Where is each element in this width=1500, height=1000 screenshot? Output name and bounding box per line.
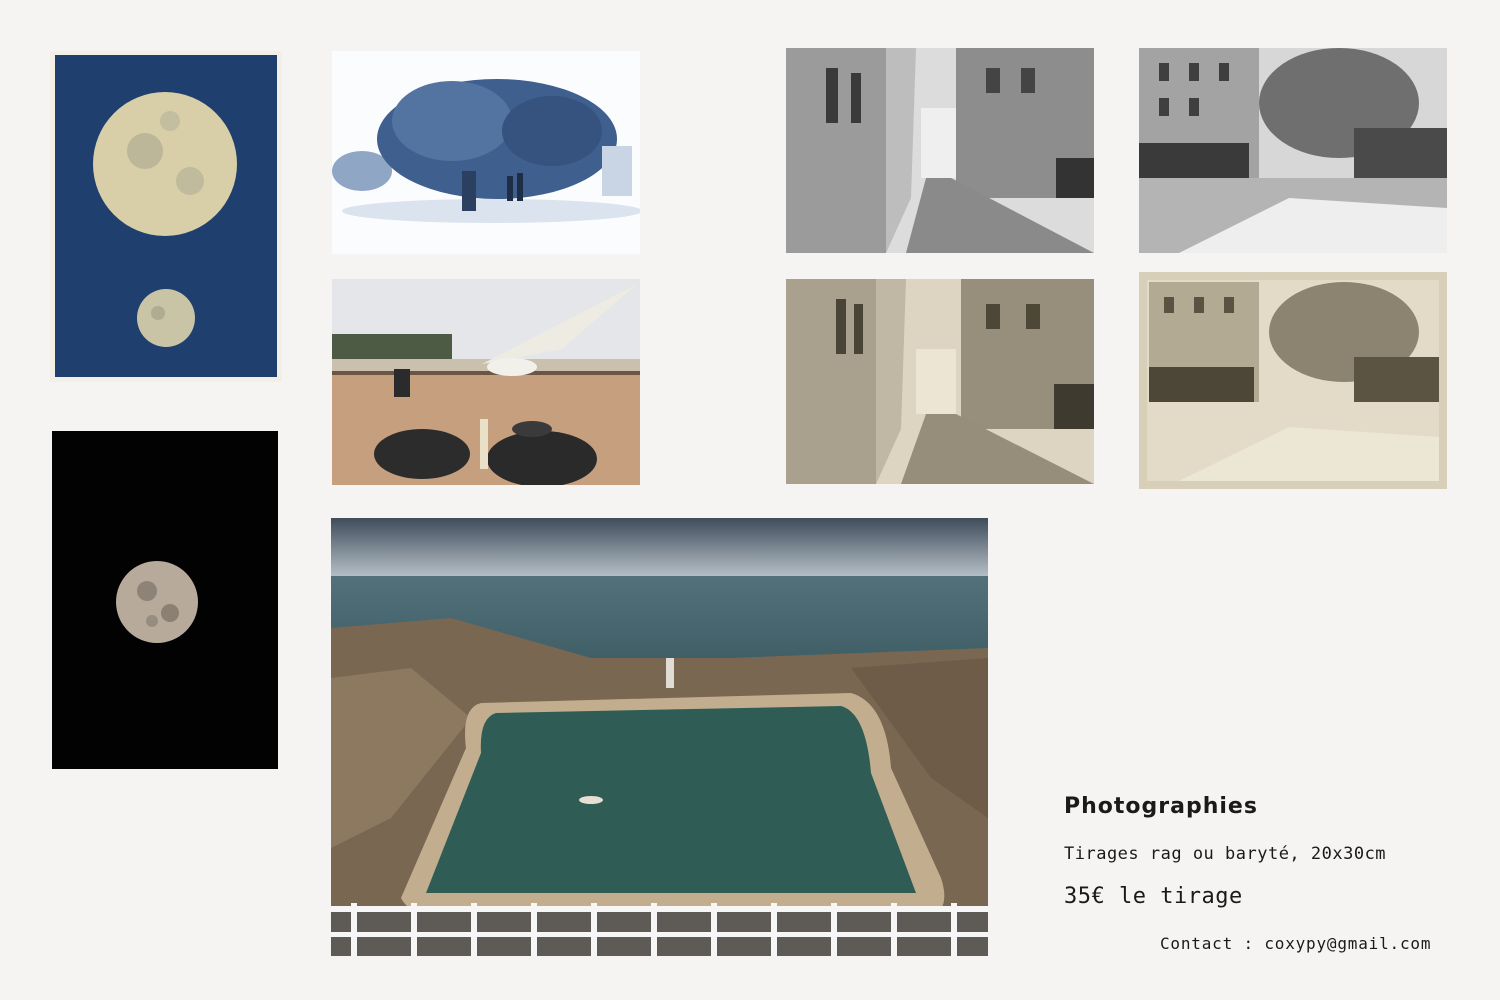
- photo-square-sepia: [1139, 272, 1447, 489]
- photo-street-bw: [786, 48, 1094, 253]
- contact-email[interactable]: Contact : coxypy@gmail.com: [1160, 934, 1431, 953]
- photo-sea-pool: [331, 518, 988, 956]
- photo-square-bw: [1139, 48, 1447, 253]
- photo-black-moon: [52, 431, 278, 769]
- photo-seagull-beach: [332, 279, 640, 485]
- page-title: Photographies: [1064, 794, 1258, 819]
- photo-blue-tree: [332, 51, 640, 254]
- price-label: 35€ le tirage: [1064, 884, 1243, 909]
- photo-cyanotype-moons: [50, 51, 282, 382]
- photo-street-sepia: [786, 279, 1094, 484]
- print-description: Tirages rag ou baryté, 20x30cm: [1064, 844, 1387, 864]
